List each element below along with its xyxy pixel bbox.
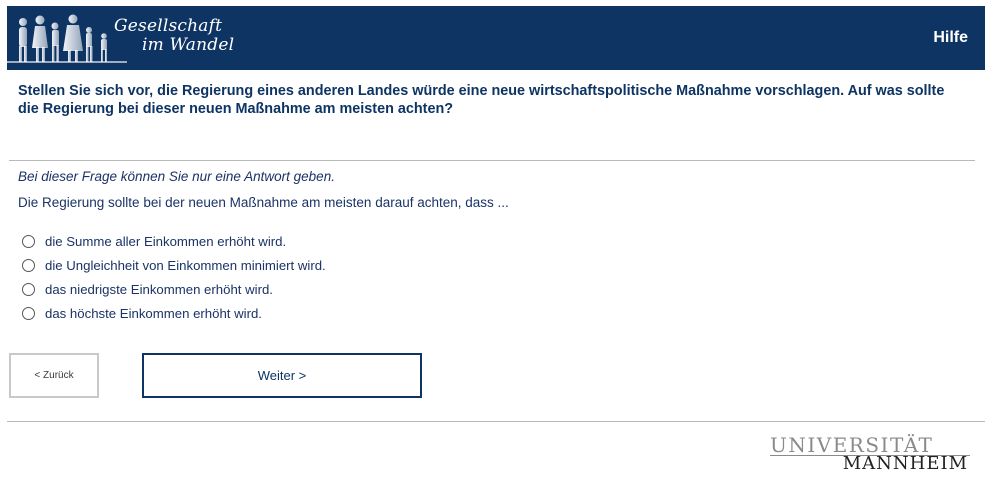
divider [9, 160, 975, 161]
gesellschaft-im-wandel-logo: Gesellschaft im Wandel [7, 6, 247, 70]
radio-button[interactable] [22, 258, 35, 272]
radio-button[interactable] [22, 282, 35, 296]
answer-option-3[interactable]: das niedrigste Einkommen erhöht wird. [22, 277, 326, 301]
site-header: Gesellschaft im Wandel Hilfe [7, 6, 985, 70]
answer-options: die Summe aller Einkommen erhöht wird. d… [22, 229, 326, 325]
footer-divider [7, 421, 985, 422]
option-label[interactable]: die Summe aller Einkommen erhöht wird. [45, 234, 286, 249]
next-button[interactable]: Weiter > [142, 353, 422, 398]
question-text: Stellen Sie sich vor, die Regierung eine… [18, 83, 945, 117]
radio-button[interactable] [22, 306, 35, 320]
answer-option-4[interactable]: das höchste Einkommen erhöht wird. [22, 301, 326, 325]
answer-option-2[interactable]: die Ungleichheit von Einkommen minimiert… [22, 253, 326, 277]
logo-line1: Gesellschaft [114, 16, 223, 36]
answer-instruction: Bei dieser Frage können Sie nur eine Ant… [18, 169, 335, 184]
option-label[interactable]: das niedrigste Einkommen erhöht wird. [45, 282, 273, 297]
answer-option-1[interactable]: die Summe aller Einkommen erhöht wird. [22, 229, 326, 253]
back-button[interactable]: < Zurück [9, 353, 99, 398]
logo-text: Gesellschaft im Wandel [114, 17, 234, 55]
logo-line2: im Wandel [142, 35, 235, 55]
radio-button[interactable] [22, 234, 35, 248]
option-label[interactable]: das höchste Einkommen erhöht wird. [45, 306, 262, 321]
option-label[interactable]: die Ungleichheit von Einkommen minimiert… [45, 258, 326, 273]
help-link[interactable]: Hilfe [933, 29, 968, 47]
question-stem: Die Regierung sollte bei der neuen Maßna… [18, 195, 509, 210]
university-logo-line2: MANNHEIM [842, 453, 968, 474]
university-mannheim-logo: UNIVERSITÄT MANNHEIM [770, 433, 970, 474]
